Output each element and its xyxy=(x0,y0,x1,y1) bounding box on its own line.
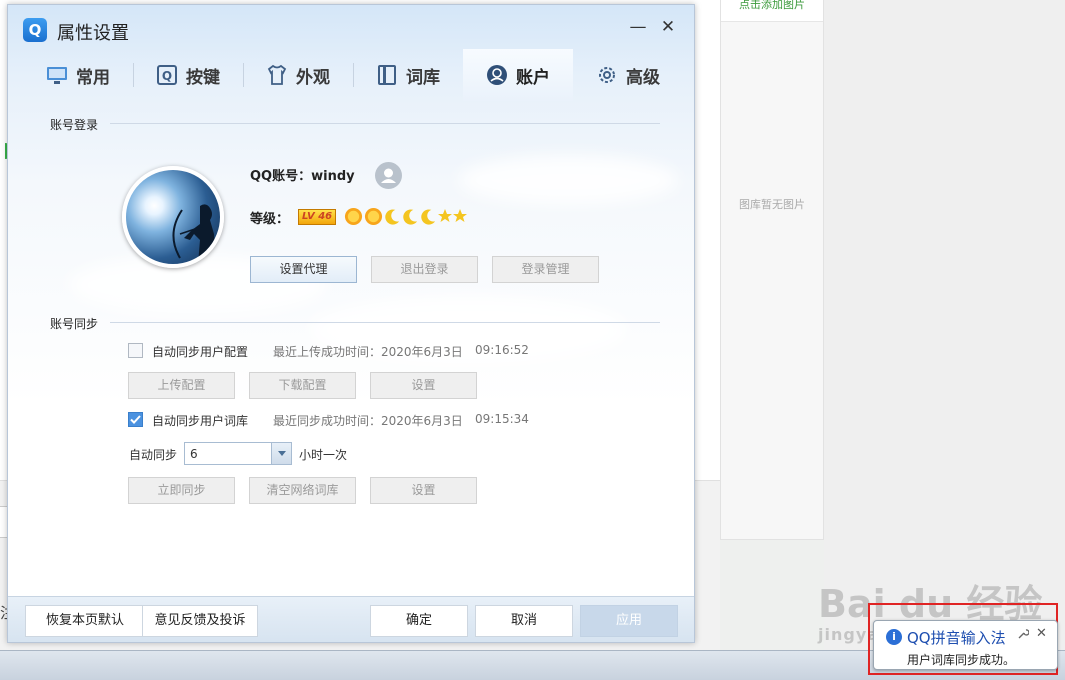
star-icon xyxy=(453,209,467,222)
moon-icon xyxy=(403,208,418,225)
tab-label: 按键 xyxy=(186,67,220,88)
sync-dict-label: 自动同步用户词库 xyxy=(152,414,249,428)
dialog-footer: 恢复本页默认 意见反馈及投诉 确定 取消 应用 xyxy=(8,596,694,642)
level-label: 等级： xyxy=(250,212,290,227)
notification-body: 用户词库同步成功。 xyxy=(907,653,1016,667)
tab-advanced[interactable]: 高级 xyxy=(573,49,683,101)
minimize-button[interactable]: — xyxy=(628,17,648,37)
clear-cloud-dict-button[interactable]: 清空网络词库 xyxy=(249,477,356,504)
tab-label: 常用 xyxy=(76,67,110,88)
moon-icon xyxy=(421,208,436,225)
key-icon: Q xyxy=(157,65,177,85)
account-login-title: 账号登录 xyxy=(50,118,99,132)
person-icon xyxy=(381,168,396,183)
tab-label: 词库 xyxy=(406,67,440,88)
sync-now-button[interactable]: 立即同步 xyxy=(128,477,235,504)
level-icons xyxy=(344,205,467,227)
close-button[interactable]: ✕ xyxy=(658,17,678,37)
book-icon xyxy=(378,65,396,85)
info-icon: i xyxy=(886,629,902,645)
no-image-message: 图库暂无图片 xyxy=(739,198,805,211)
section-divider xyxy=(110,322,660,323)
shirt-icon xyxy=(267,64,287,85)
tab-account[interactable]: 账户 xyxy=(463,49,573,101)
login-manage-button[interactable]: 登录管理 xyxy=(492,256,599,283)
checkmark-icon xyxy=(130,415,141,424)
tab-label: 高级 xyxy=(626,67,660,88)
ok-button[interactable]: 确定 xyxy=(370,605,468,637)
background-right-area xyxy=(824,0,1065,680)
auto-sync-label: 自动同步 xyxy=(129,448,178,462)
sync-config-label: 自动同步用户配置 xyxy=(152,345,249,359)
settings-dialog: Q 属性设置 — ✕ 常用 Q 按键 外观 词库 账户 高级 账号登录 QQ账号… xyxy=(7,4,695,643)
tab-bar: 常用 Q 按键 外观 词库 账户 高级 xyxy=(23,49,683,101)
upload-config-button[interactable]: 上传配置 xyxy=(128,372,235,399)
wrench-icon[interactable] xyxy=(1018,628,1030,642)
monitor-icon xyxy=(47,67,67,84)
set-proxy-button[interactable]: 设置代理 xyxy=(250,256,357,283)
tab-dictionary[interactable]: 词库 xyxy=(353,49,463,101)
dialog-title: 属性设置 xyxy=(57,23,129,44)
auto-sync-unit: 小时一次 xyxy=(299,448,348,462)
archer-silhouette xyxy=(172,204,216,264)
sync-notification[interactable]: i QQ拼音输入法 ✕ 用户词库同步成功。 xyxy=(873,620,1058,670)
user-profile-icon[interactable] xyxy=(375,162,402,189)
auto-sync-interval-value: 6 xyxy=(190,447,198,461)
dict-sync-time: 09:15:34 xyxy=(475,412,529,426)
dict-settings-button[interactable]: 设置 xyxy=(370,477,477,504)
qq-account-label: QQ账号：windy xyxy=(250,169,355,184)
gear-icon xyxy=(599,67,615,83)
config-upload-time: 09:16:52 xyxy=(475,343,529,357)
config-upload-status: 最近上传成功时间：2020年6月3日 xyxy=(273,345,463,359)
sync-dict-checkbox[interactable] xyxy=(128,412,143,427)
moon-icon xyxy=(385,208,400,225)
config-settings-button[interactable]: 设置 xyxy=(370,372,477,399)
feedback-button[interactable]: 意见反馈及投诉 xyxy=(142,605,258,637)
logout-button[interactable]: 退出登录 xyxy=(371,256,478,283)
section-divider xyxy=(110,123,660,124)
sync-config-checkbox[interactable] xyxy=(128,343,143,358)
download-config-button[interactable]: 下载配置 xyxy=(249,372,356,399)
tab-appearance[interactable]: 外观 xyxy=(243,49,353,101)
apply-button[interactable]: 应用 xyxy=(580,605,678,637)
qq-pinyin-logo-icon: Q xyxy=(23,18,47,42)
dict-sync-status: 最近同步成功时间：2020年6月3日 xyxy=(273,414,463,428)
tab-label: 账户 xyxy=(516,67,550,88)
auto-sync-interval-select[interactable]: 6 xyxy=(184,442,292,465)
chevron-down-icon[interactable] xyxy=(271,443,291,464)
add-image-link[interactable]: 点击添加图片 xyxy=(721,0,823,22)
notification-title: QQ拼音输入法 xyxy=(907,629,1006,647)
svg-text:Q: Q xyxy=(162,69,172,83)
sun-icon xyxy=(344,207,363,225)
tab-keys[interactable]: Q 按键 xyxy=(133,49,243,101)
notification-close-button[interactable]: ✕ xyxy=(1036,626,1047,641)
star-icon xyxy=(438,209,452,222)
account-sync-title: 账号同步 xyxy=(50,317,99,331)
background-image-panel: 点击添加图片 图库暂无图片 xyxy=(720,0,824,540)
level-badge: LV 46 xyxy=(298,209,337,225)
restore-defaults-button[interactable]: 恢复本页默认 xyxy=(25,605,145,637)
account-icon xyxy=(487,65,507,85)
tab-label: 外观 xyxy=(296,67,330,88)
title-bar[interactable]: Q 属性设置 — ✕ xyxy=(8,5,694,47)
sun-icon xyxy=(364,207,383,225)
avatar[interactable] xyxy=(122,166,224,268)
tab-general[interactable]: 常用 xyxy=(23,49,133,101)
cancel-button[interactable]: 取消 xyxy=(475,605,573,637)
